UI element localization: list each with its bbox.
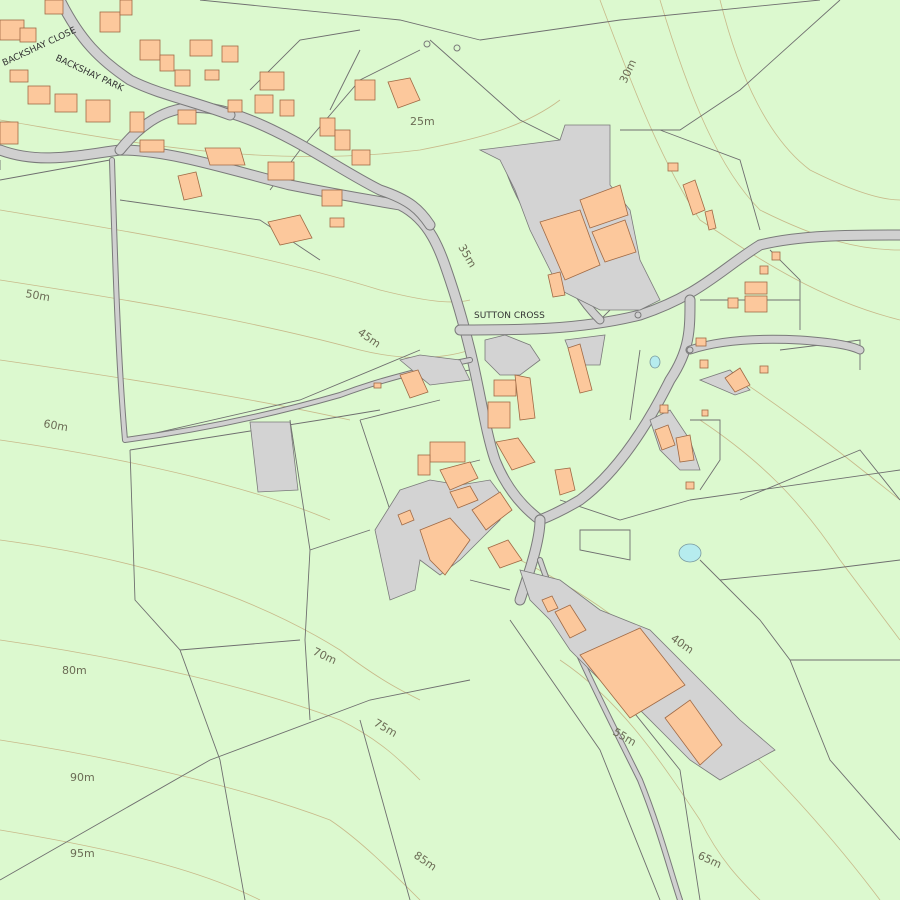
pond-north: [649, 355, 661, 369]
contour-label-25: 25m: [410, 115, 435, 128]
map-svg: SUTTON CROSS BACKSHAY CLOSE BACKSHAY PAR…: [0, 0, 900, 900]
pond-south: [678, 543, 702, 563]
contour-label-90: 90m: [70, 771, 95, 784]
label-sutton-cross: SUTTON CROSS: [474, 311, 545, 321]
contour-label-80: 80m: [62, 664, 87, 677]
map-canvas[interactable]: SUTTON CROSS BACKSHAY CLOSE BACKSHAY PAR…: [0, 0, 900, 900]
contour-label-95: 95m: [70, 847, 95, 860]
